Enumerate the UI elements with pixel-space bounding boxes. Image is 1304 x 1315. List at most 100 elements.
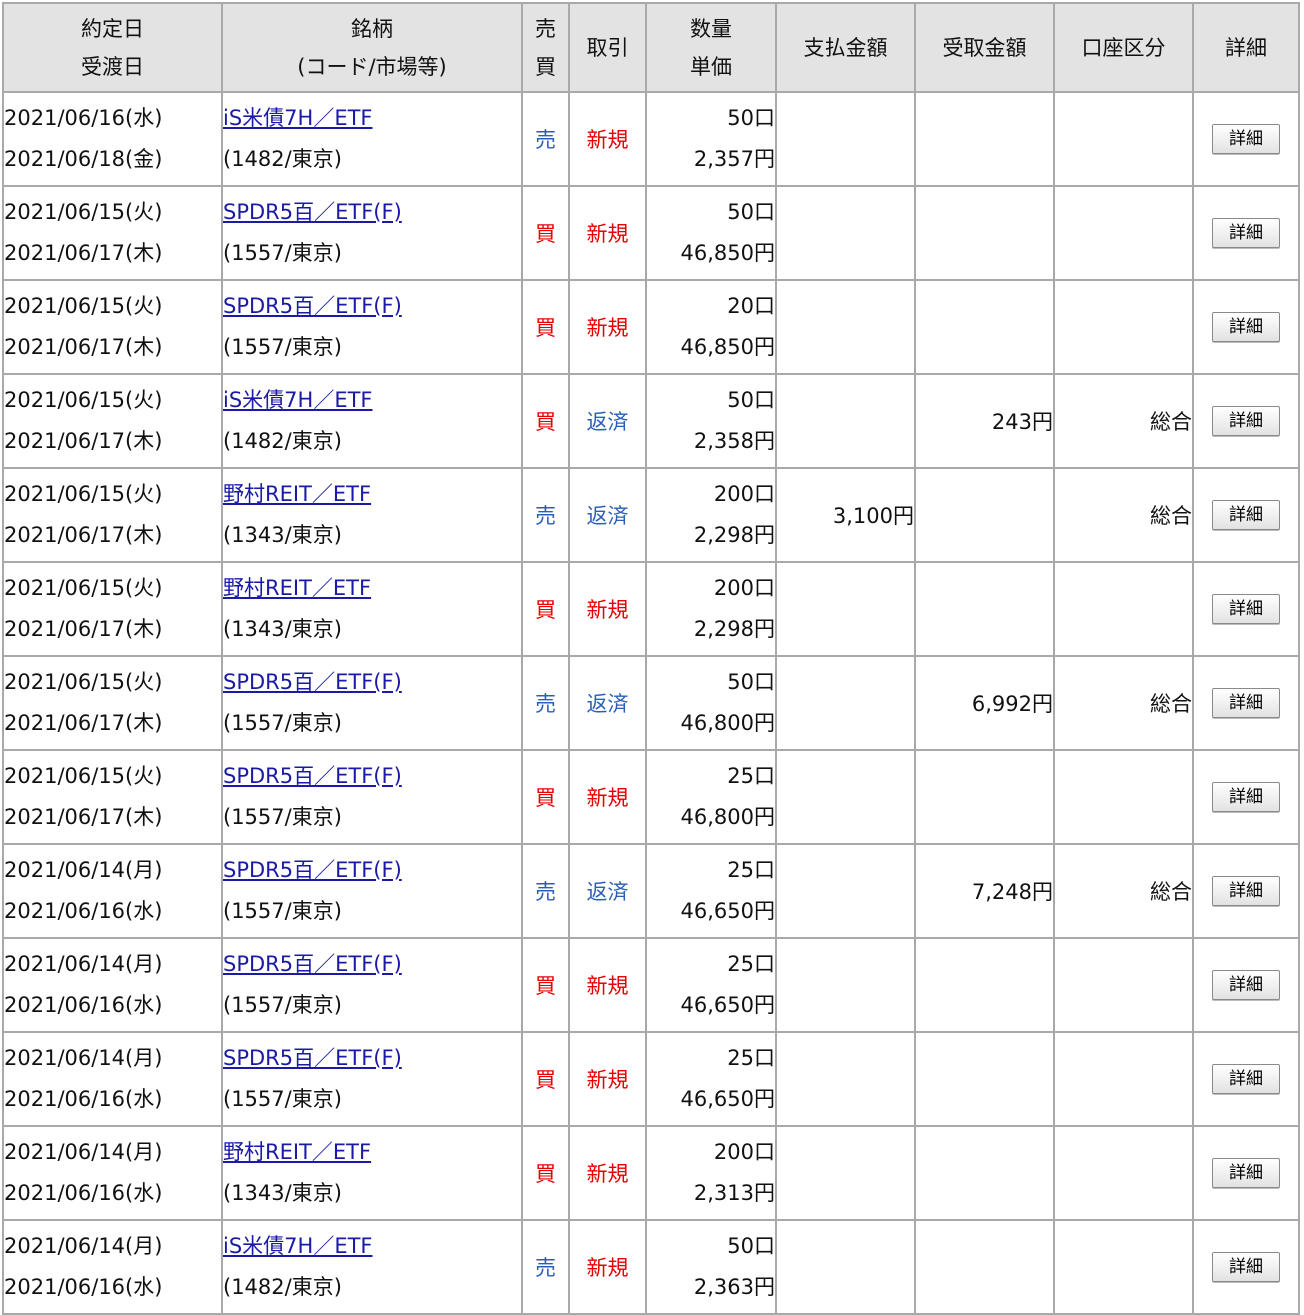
security-link[interactable]: iS米債7H／ETF — [224, 388, 373, 412]
unit-price: 2,298円 — [693, 523, 775, 547]
detail-button[interactable]: 詳細 — [1212, 218, 1280, 248]
account-type — [1053, 1031, 1194, 1127]
trade-type-cell: 新規 — [568, 937, 647, 1033]
settlement-date: 2021/06/17(木) — [4, 617, 163, 641]
side-cell: 売 — [521, 843, 570, 939]
receipt-amount — [914, 279, 1055, 375]
header-side: 売 買 — [521, 2, 570, 93]
settlement-date: 2021/06/17(木) — [4, 711, 163, 735]
security-link[interactable]: SPDR5百／ETF(F) — [224, 670, 402, 694]
trade-date: 2021/06/14(月) — [4, 1046, 163, 1070]
security-cell: SPDR5百／ETF(F) (1557/東京) — [221, 1031, 523, 1127]
side-cell: 買 — [521, 373, 570, 469]
security-link[interactable]: 野村REIT／ETF — [224, 576, 371, 600]
detail-button[interactable]: 詳細 — [1212, 876, 1280, 906]
header-account-type: 口座区分 — [1053, 2, 1194, 93]
security-link[interactable]: 野村REIT／ETF — [224, 482, 371, 506]
trade-date: 2021/06/15(火) — [4, 670, 163, 694]
quantity: 25口 — [727, 764, 775, 788]
side-cell: 買 — [521, 937, 570, 1033]
date-cell: 2021/06/15(火) 2021/06/17(木) — [2, 655, 223, 751]
table-row: 2021/06/15(火) 2021/06/17(木) iS米債7H／ETF (148… — [2, 373, 1300, 469]
side-cell: 買 — [521, 185, 570, 281]
detail-cell: 詳細 — [1192, 1125, 1300, 1221]
account-type — [1053, 749, 1194, 845]
side-cell: 買 — [521, 561, 570, 657]
payment-amount — [775, 749, 916, 845]
date-cell: 2021/06/14(月) 2021/06/16(水) — [2, 937, 223, 1033]
trade-type-cell: 新規 — [568, 279, 647, 375]
security-link[interactable]: SPDR5百／ETF(F) — [224, 952, 402, 976]
receipt-amount: 6,992円 — [914, 655, 1055, 751]
quantity-price-cell: 50口 2,357円 — [645, 91, 777, 187]
side-cell: 売 — [521, 1219, 570, 1315]
date-cell: 2021/06/14(月) 2021/06/16(水) — [2, 1031, 223, 1127]
quantity: 20口 — [727, 294, 775, 318]
security-cell: 野村REIT／ETF (1343/東京) — [221, 1125, 523, 1221]
receipt-amount — [914, 1125, 1055, 1221]
header-trade-type: 取引 — [568, 2, 647, 93]
header-unit-price: 単価 — [690, 54, 732, 79]
security-code: (1557/東京) — [223, 241, 342, 265]
security-cell: SPDR5百／ETF(F) (1557/東京) — [221, 749, 523, 845]
receipt-amount — [914, 561, 1055, 657]
date-cell: 2021/06/15(火) 2021/06/17(木) — [2, 561, 223, 657]
header-detail: 詳細 — [1192, 2, 1300, 93]
unit-price: 46,800円 — [680, 711, 775, 735]
quantity-price-cell: 50口 2,358円 — [645, 373, 777, 469]
quantity: 50口 — [727, 1234, 775, 1258]
security-link[interactable]: 野村REIT／ETF — [224, 1140, 371, 1164]
security-link[interactable]: SPDR5百／ETF(F) — [224, 764, 402, 788]
detail-button[interactable]: 詳細 — [1212, 312, 1280, 342]
detail-button[interactable]: 詳細 — [1212, 406, 1280, 436]
payment-amount — [775, 937, 916, 1033]
quantity-price-cell: 200口 2,298円 — [645, 561, 777, 657]
date-cell: 2021/06/14(月) 2021/06/16(水) — [2, 1219, 223, 1315]
receipt-amount — [914, 937, 1055, 1033]
receipt-amount — [914, 185, 1055, 281]
detail-button[interactable]: 詳細 — [1212, 124, 1280, 154]
header-settle-date: 受渡日 — [81, 54, 144, 79]
detail-cell: 詳細 — [1192, 561, 1300, 657]
security-link[interactable]: SPDR5百／ETF(F) — [224, 1046, 402, 1070]
side-cell: 買 — [521, 1031, 570, 1127]
trade-history-table: 約定日 受渡日 銘柄 (コード/市場等) 売 買 取引 数量 単価 支払金額 受… — [2, 2, 1300, 1315]
security-link[interactable]: SPDR5百／ETF(F) — [224, 858, 402, 882]
table-header-row: 約定日 受渡日 銘柄 (コード/市場等) 売 買 取引 数量 単価 支払金額 受… — [2, 2, 1300, 93]
unit-price: 46,650円 — [680, 1087, 775, 1111]
payment-amount: 3,100円 — [775, 467, 916, 563]
detail-button[interactable]: 詳細 — [1212, 1158, 1280, 1188]
trade-type-cell: 返済 — [568, 655, 647, 751]
receipt-amount — [914, 749, 1055, 845]
detail-cell: 詳細 — [1192, 185, 1300, 281]
detail-button[interactable]: 詳細 — [1212, 688, 1280, 718]
trade-type-cell: 新規 — [568, 91, 647, 187]
trade-date: 2021/06/14(月) — [4, 858, 163, 882]
trade-date: 2021/06/15(火) — [4, 482, 163, 506]
quantity-price-cell: 25口 46,650円 — [645, 843, 777, 939]
detail-button[interactable]: 詳細 — [1212, 1064, 1280, 1094]
unit-price: 46,650円 — [680, 993, 775, 1017]
security-link[interactable]: iS米債7H／ETF — [224, 1234, 373, 1258]
payment-amount — [775, 843, 916, 939]
settlement-date: 2021/06/16(水) — [4, 1181, 163, 1205]
payment-amount — [775, 185, 916, 281]
unit-price: 46,650円 — [680, 899, 775, 923]
quantity-price-cell: 25口 46,650円 — [645, 937, 777, 1033]
detail-button[interactable]: 詳細 — [1212, 594, 1280, 624]
security-link[interactable]: SPDR5百／ETF(F) — [224, 294, 402, 318]
trade-type-cell: 新規 — [568, 561, 647, 657]
detail-button[interactable]: 詳細 — [1212, 1252, 1280, 1282]
security-link[interactable]: SPDR5百／ETF(F) — [224, 200, 402, 224]
trade-date: 2021/06/16(水) — [4, 106, 163, 130]
detail-button[interactable]: 詳細 — [1212, 500, 1280, 530]
detail-button[interactable]: 詳細 — [1212, 782, 1280, 812]
side-cell: 買 — [521, 1125, 570, 1221]
security-cell: 野村REIT／ETF (1343/東京) — [221, 561, 523, 657]
security-link[interactable]: iS米債7H／ETF — [224, 106, 373, 130]
security-code: (1557/東京) — [223, 899, 342, 923]
security-code: (1482/東京) — [223, 147, 342, 171]
security-cell: SPDR5百／ETF(F) (1557/東京) — [221, 655, 523, 751]
date-cell: 2021/06/15(火) 2021/06/17(木) — [2, 749, 223, 845]
detail-button[interactable]: 詳細 — [1212, 970, 1280, 1000]
